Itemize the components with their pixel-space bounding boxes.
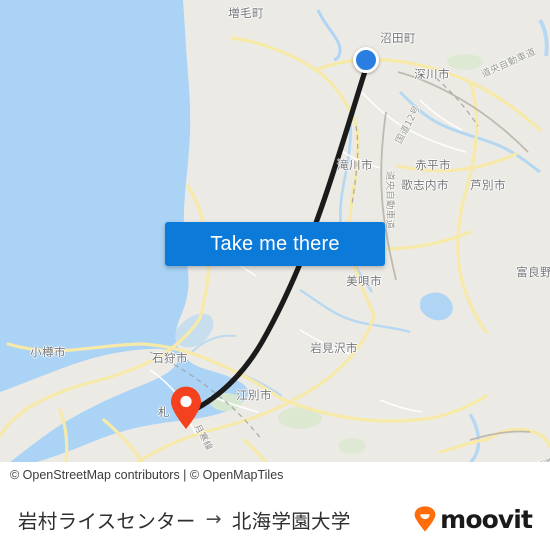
origin-marker[interactable] <box>353 47 379 73</box>
trip-title: 岩村ライスセンター → 北海学園大学 <box>18 505 351 534</box>
footer-bar: 岩村ライスセンター → 北海学園大学 moovit <box>0 488 550 550</box>
map-canvas[interactable]: 増毛町 沼田町 深川市 道央自動車道 国道12号 滝川市 赤平市 歌志内市 芦別市 道央自動車道富… <box>0 0 550 488</box>
take-me-there-button[interactable]: Take me there <box>165 222 385 266</box>
map-attribution: © OpenStreetMap contributors | © OpenMap… <box>0 462 550 488</box>
trip-origin-label: 岩村ライスセンター <box>18 509 196 533</box>
trip-destination-label: 北海学園大学 <box>231 509 351 533</box>
moovit-map-page: 増毛町 沼田町 深川市 道央自動車道 国道12号 滝川市 赤平市 歌志内市 芦別市 道央自動車道富… <box>0 0 550 550</box>
moovit-pin-icon <box>414 506 436 532</box>
moovit-wordmark: moovit <box>440 504 533 534</box>
destination-marker-pin[interactable] <box>169 386 203 430</box>
arrow-right-icon: → <box>205 508 222 530</box>
attribution-text[interactable]: © OpenStreetMap contributors | © OpenMap… <box>10 468 283 482</box>
moovit-logo[interactable]: moovit <box>413 504 533 534</box>
